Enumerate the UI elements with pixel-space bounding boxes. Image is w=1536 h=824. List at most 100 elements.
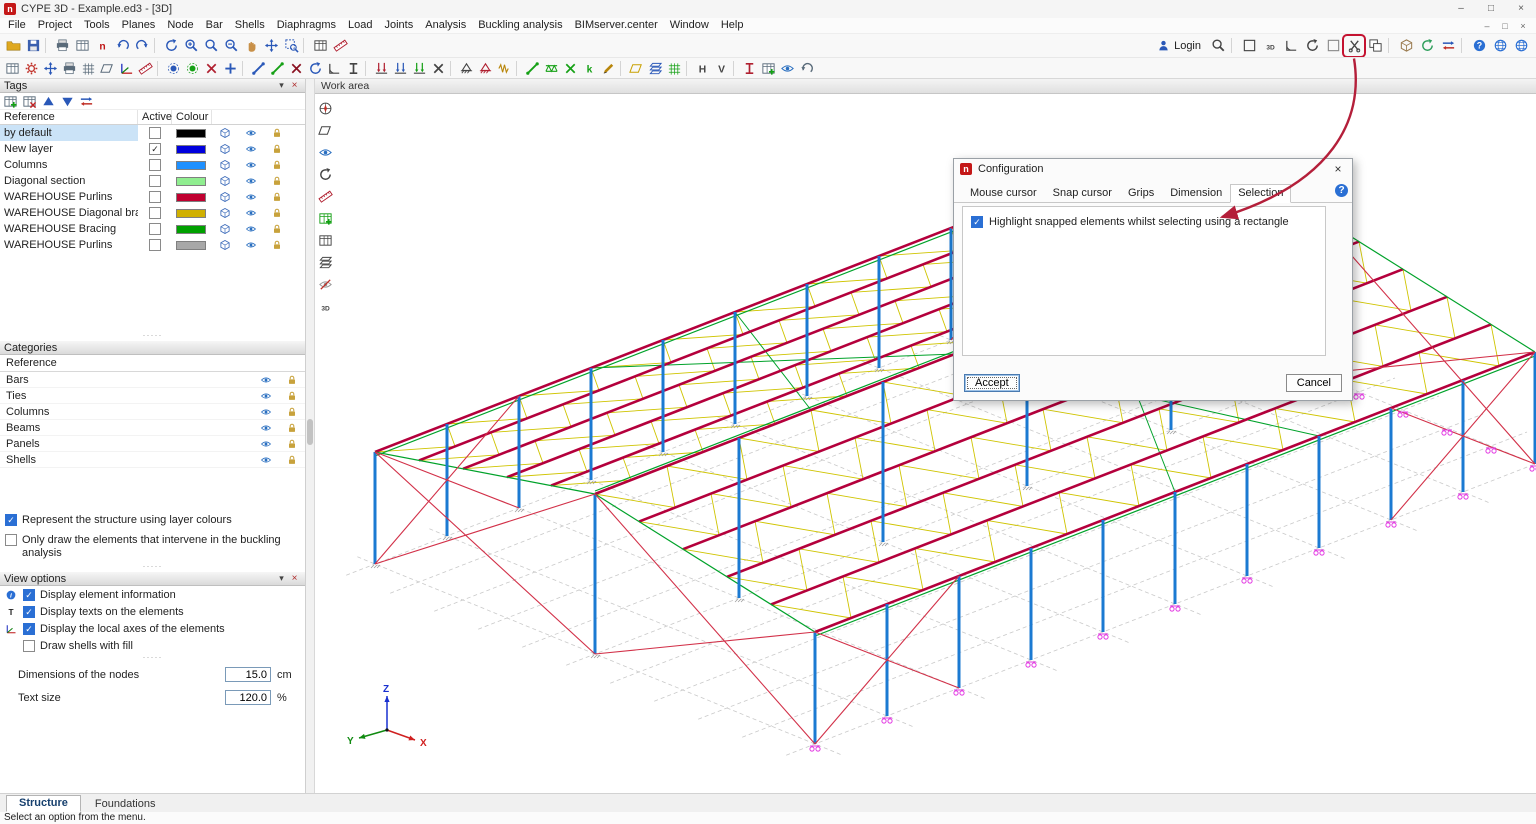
splitter-grip[interactable]: ····· [0, 653, 305, 663]
tag-active-checkbox[interactable] [149, 159, 161, 172]
selection-config-icon[interactable] [1344, 36, 1364, 56]
remove-layer-icon[interactable] [21, 93, 38, 109]
tab-structure[interactable]: Structure [6, 795, 81, 812]
highlight-option[interactable]: ✓ Highlight snapped elements whilst sele… [971, 216, 1317, 228]
dialog-tab-grips[interactable]: Grips [1120, 184, 1162, 203]
lock-icon[interactable] [264, 223, 290, 235]
represent-checkbox[interactable]: ✓ [5, 514, 17, 526]
layer-3d-icon[interactable] [212, 207, 238, 219]
lock-icon[interactable] [279, 406, 305, 418]
tag-row[interactable]: New layer ✓ [0, 141, 305, 157]
report-icon[interactable] [72, 36, 92, 56]
zoom-window-icon[interactable] [281, 36, 301, 56]
tag-row[interactable]: WAREHOUSE Diagonal brac... [0, 205, 305, 221]
close-panel-icon[interactable]: × [288, 80, 301, 91]
eye-icon[interactable] [238, 239, 264, 251]
lock-icon[interactable] [279, 390, 305, 402]
eye-icon[interactable] [238, 159, 264, 171]
menu-bar[interactable]: Bar [200, 18, 229, 33]
dialog-checkbox[interactable]: ✓ [971, 216, 983, 228]
splitter-grip[interactable]: ····· [0, 331, 305, 341]
view-option-checkbox[interactable]: ✓ [23, 588, 35, 601]
save-icon[interactable] [23, 36, 43, 56]
maximize-button[interactable]: □ [1476, 0, 1506, 18]
buckling-checkbox[interactable] [5, 534, 17, 546]
help-icon[interactable]: ? [1469, 36, 1489, 56]
lock-icon[interactable] [264, 143, 290, 155]
login-button[interactable]: Login [1151, 39, 1207, 52]
lock-icon[interactable] [264, 239, 290, 251]
layer-3d-icon[interactable] [212, 223, 238, 235]
selection-list-icon[interactable] [316, 209, 334, 227]
menu-bimserver-center[interactable]: BIMserver.center [569, 18, 664, 33]
mdi-minimize-button[interactable]: – [1478, 21, 1496, 31]
menu-help[interactable]: Help [715, 18, 750, 33]
point-load-icon[interactable] [372, 59, 391, 78]
layer-3d-icon[interactable] [212, 175, 238, 187]
job-data-icon[interactable] [3, 59, 22, 78]
bim-export-icon[interactable] [1438, 36, 1458, 56]
align-section-icon[interactable] [325, 59, 344, 78]
drawing-sheet-icon[interactable] [1323, 36, 1343, 56]
lock-icon[interactable] [279, 374, 305, 386]
mdi-restore-button[interactable]: □ [1496, 21, 1514, 31]
eye-icon[interactable] [238, 207, 264, 219]
grid-icon[interactable] [79, 59, 98, 78]
move-node-icon[interactable] [183, 59, 202, 78]
menu-project[interactable]: Project [32, 18, 78, 33]
work-plane-icon[interactable] [316, 121, 334, 139]
cancel-button[interactable]: Cancel [1285, 374, 1342, 392]
menu-shells[interactable]: Shells [229, 18, 271, 33]
eye-icon[interactable] [238, 143, 264, 155]
layer-3d-icon[interactable] [212, 191, 238, 203]
node-size-input[interactable] [225, 667, 271, 682]
tab-foundations[interactable]: Foundations [83, 797, 168, 812]
new-tie-icon[interactable] [523, 59, 542, 78]
lock-icon[interactable] [264, 191, 290, 203]
collapse-icon[interactable]: ▾ [275, 573, 288, 584]
truss-icon[interactable] [542, 59, 561, 78]
tag-active-checkbox[interactable] [149, 223, 161, 236]
category-row[interactable]: Columns [0, 404, 305, 420]
tag-row[interactable]: Diagonal section [0, 173, 305, 189]
visibility-icon[interactable] [316, 143, 334, 161]
undo-view-icon[interactable] [797, 59, 816, 78]
data-table-icon[interactable] [316, 231, 334, 249]
dialog-tab-snap-cursor[interactable]: Snap cursor [1045, 184, 1120, 203]
splitter-grip[interactable]: ····· [0, 562, 305, 572]
menu-tools[interactable]: Tools [78, 18, 116, 33]
measure-icon[interactable] [330, 36, 350, 56]
rotate-section-icon[interactable] [306, 59, 325, 78]
eye-icon[interactable] [238, 127, 264, 139]
undo-icon[interactable] [112, 36, 132, 56]
layer-3d-icon[interactable] [212, 127, 238, 139]
new-node-icon[interactable] [164, 59, 183, 78]
lock-icon[interactable] [264, 127, 290, 139]
tags-manager-icon[interactable] [759, 59, 778, 78]
zoom-previous-icon[interactable] [201, 36, 221, 56]
eye-icon[interactable] [238, 191, 264, 203]
menu-planes[interactable]: Planes [116, 18, 162, 33]
layer-3d-icon[interactable] [212, 143, 238, 155]
lock-icon[interactable] [279, 454, 305, 466]
single-window-icon[interactable] [1239, 36, 1259, 56]
new-bar-icon[interactable] [249, 59, 268, 78]
category-row[interactable]: Shells [0, 452, 305, 468]
bracing-icon[interactable] [561, 59, 580, 78]
mdi-close-button[interactable]: × [1514, 21, 1532, 31]
lock-icon[interactable] [264, 159, 290, 171]
lock-icon[interactable] [279, 438, 305, 450]
close-panel-icon[interactable]: × [288, 573, 301, 584]
menu-diaphragms[interactable]: Diaphragms [271, 18, 342, 33]
assign-layer-icon[interactable] [78, 93, 95, 109]
general-options-icon[interactable] [22, 59, 41, 78]
eye-icon[interactable] [253, 422, 279, 434]
pan-icon[interactable] [241, 36, 261, 56]
dialog-title-bar[interactable]: n Configuration × [954, 159, 1352, 179]
panels-icon[interactable] [627, 59, 646, 78]
lock-icon[interactable] [279, 422, 305, 434]
reference-axes-icon[interactable] [117, 59, 136, 78]
eye-icon[interactable] [253, 406, 279, 418]
tag-colour-swatch[interactable] [172, 159, 212, 171]
layer-3d-icon[interactable] [212, 159, 238, 171]
